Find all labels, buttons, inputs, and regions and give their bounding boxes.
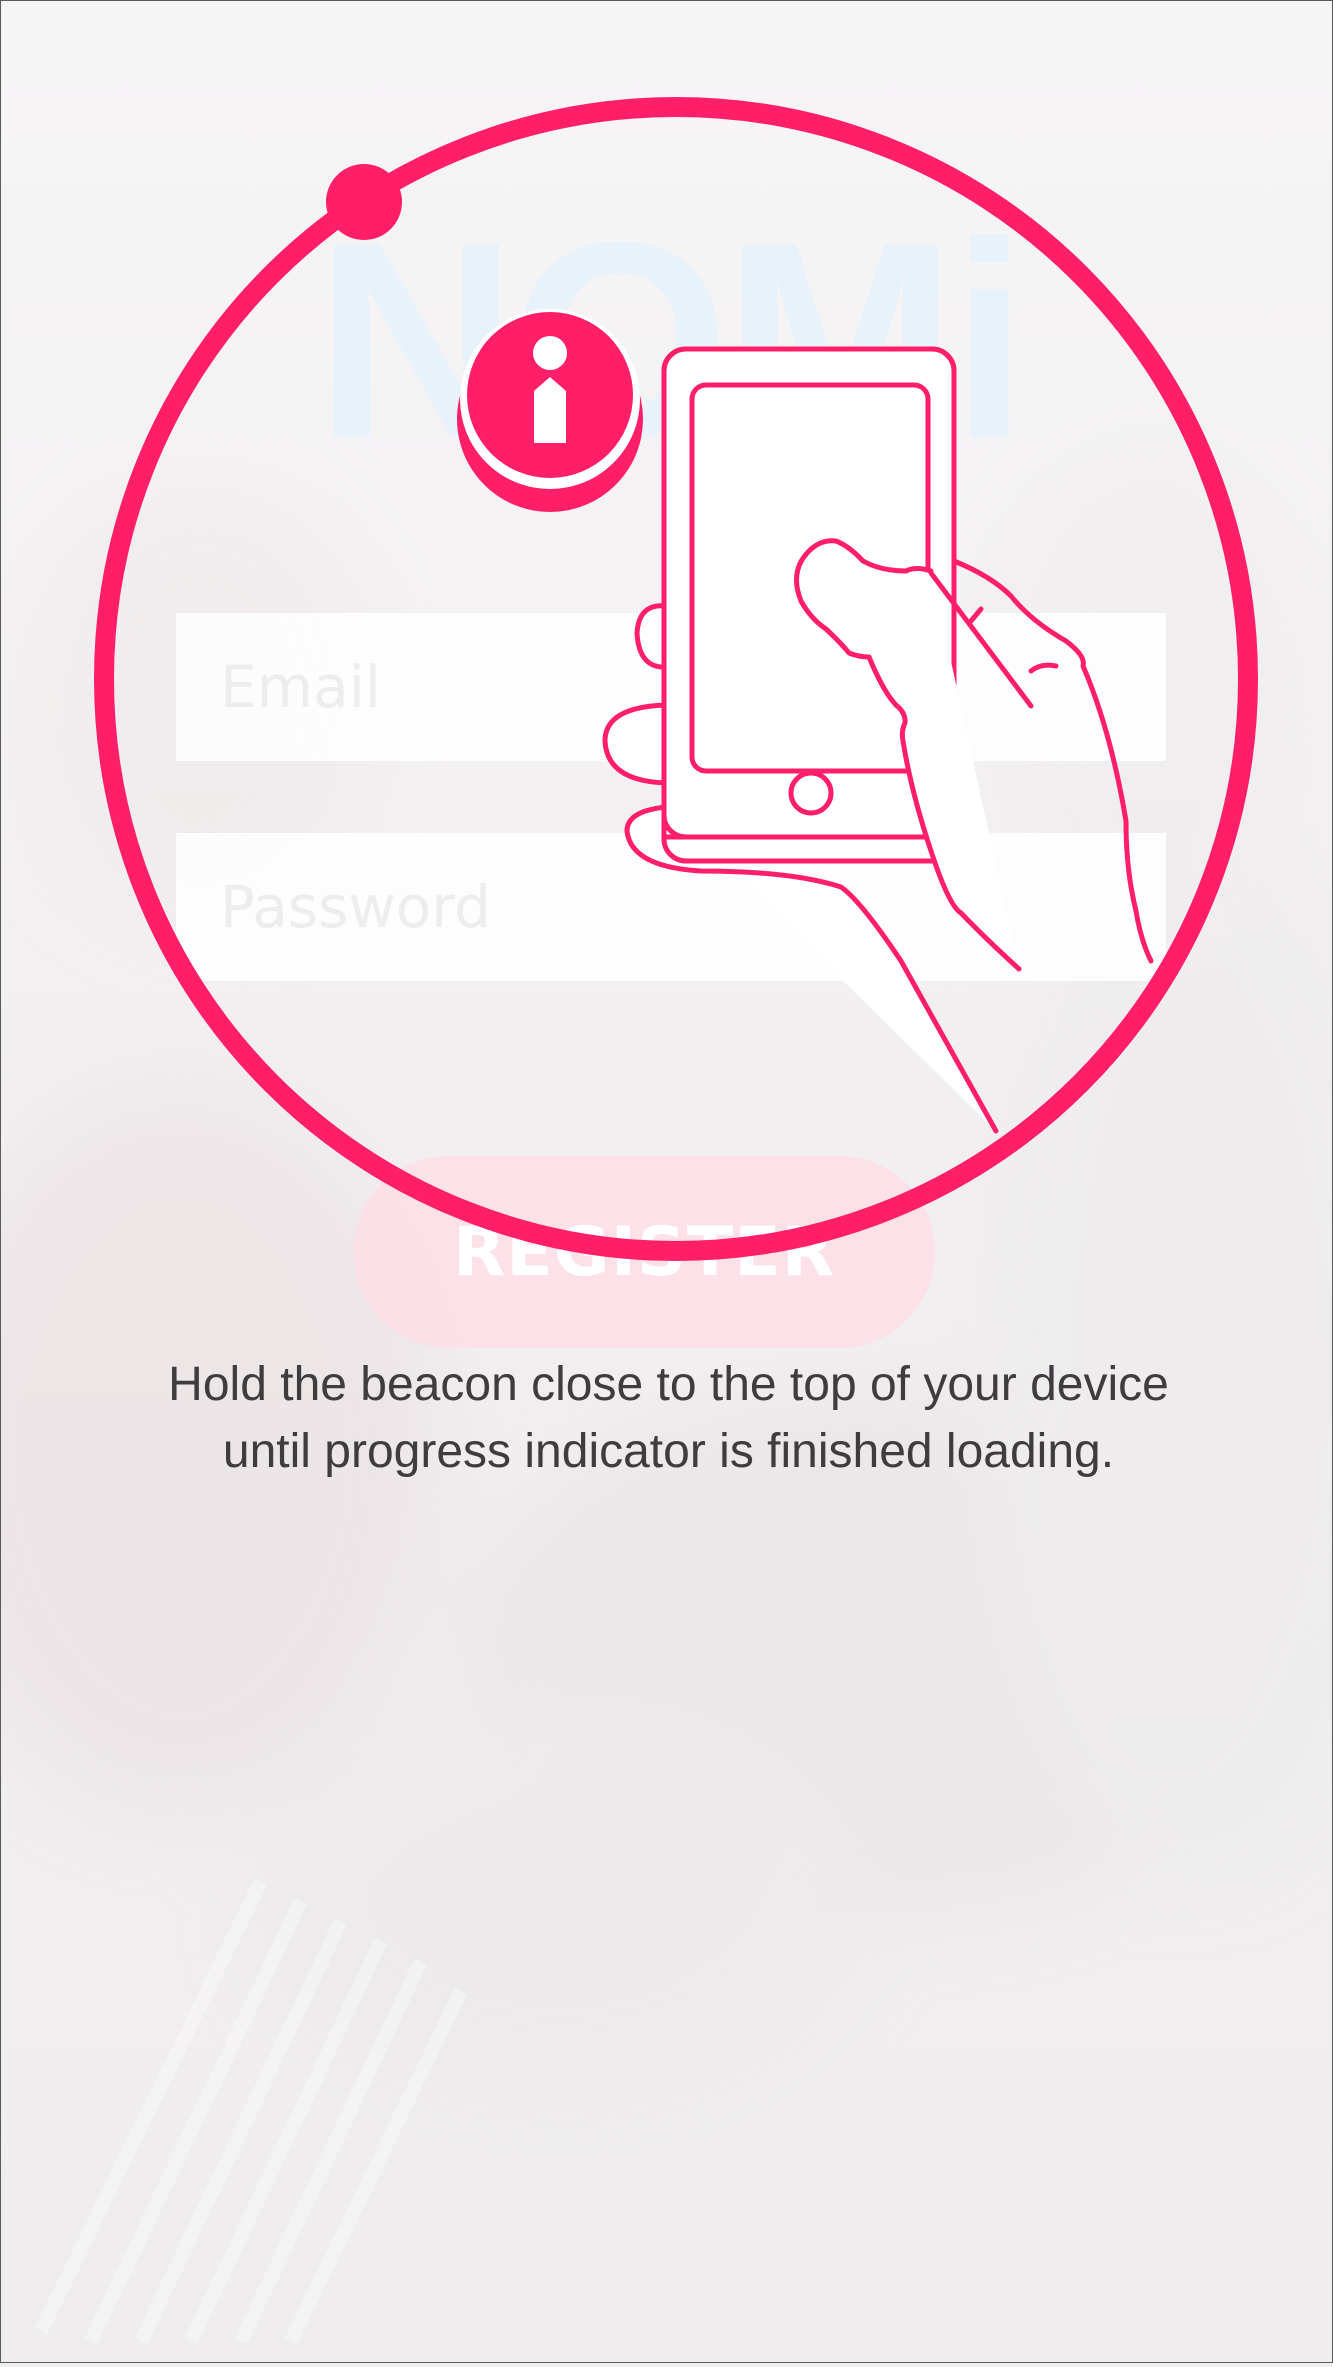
password-input[interactable] xyxy=(218,872,1166,942)
beacon-pairing-screen: NOMi REGISTER xyxy=(0,0,1333,2363)
email-field[interactable] xyxy=(176,613,1166,761)
beacon-instruction-text: Hold the beacon close to the top of your… xyxy=(81,1351,1256,1485)
nomi-logo: NOMi xyxy=(315,185,1028,497)
instruction-line-1: Hold the beacon close to the top of your… xyxy=(168,1358,1169,1411)
instruction-line-2: until progress indicator is finished loa… xyxy=(222,1425,1115,1478)
password-field[interactable] xyxy=(176,833,1166,981)
register-button[interactable]: REGISTER xyxy=(353,1156,935,1348)
email-input[interactable] xyxy=(218,652,1166,722)
